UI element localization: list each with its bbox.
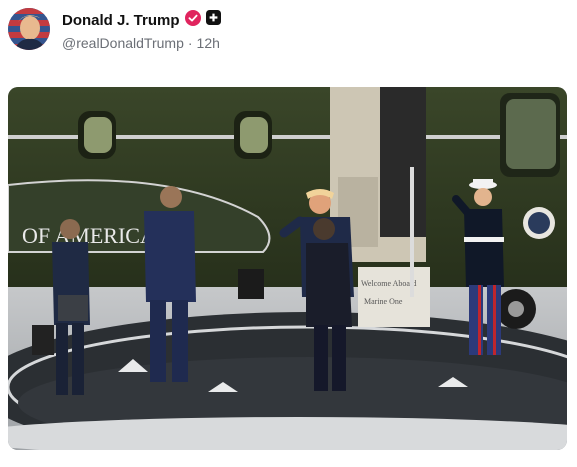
author-display-name[interactable]: Donald J. Trump [62,12,180,29]
helicopter-scene-illustration: OF AMERICA Welcome Aboard Marine One [8,87,567,450]
author-avatar[interactable] [8,8,50,50]
meta-separator: · [187,35,193,51]
verified-badge-icon [184,9,201,31]
author-handle[interactable]: @realDonaldTrump [62,35,184,51]
avatar-portrait-icon [8,8,50,50]
author-meta: @realDonaldTrump · 12h [62,35,220,51]
stair-text-bottom: Marine One [364,297,403,306]
post-image[interactable]: OF AMERICA Welcome Aboard Marine One [8,87,567,450]
plus-square-icon [205,10,221,30]
author-name-row: Donald J. Trump [62,9,221,31]
helicopter-lettering: OF AMERICA [22,223,156,248]
post-timestamp[interactable]: 12h [197,35,220,51]
stair-text-top: Welcome Aboard [361,279,417,288]
